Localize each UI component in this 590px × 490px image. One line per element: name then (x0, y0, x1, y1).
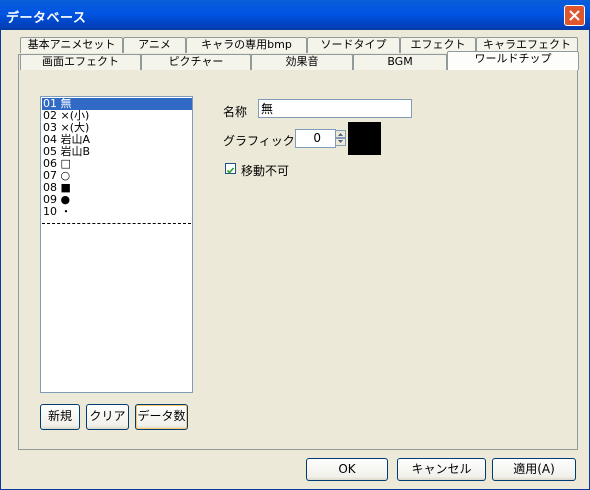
spin-up-button[interactable] (335, 130, 346, 138)
tab-screen-effect[interactable]: 画面エフェクト (20, 54, 141, 70)
graphic-number-field[interactable]: 0 (295, 129, 336, 148)
tab-sword-type[interactable]: ソードタイプ (307, 37, 400, 53)
close-button[interactable] (564, 5, 585, 26)
tab-base-anime-set[interactable]: 基本アニメセット (20, 37, 123, 53)
cancel-button[interactable]: キャンセル (397, 458, 486, 481)
apply-button[interactable]: 適用(A) (492, 458, 576, 481)
tab-world-chip[interactable]: ワールドチップ (447, 51, 579, 70)
up-arrow-icon (338, 133, 343, 136)
tab-sound-effect[interactable]: 効果音 (251, 54, 353, 70)
tab-bgm[interactable]: BGM (353, 54, 447, 70)
graphic-label: グラフィック (223, 134, 295, 148)
name-label: 名称 (223, 105, 248, 119)
list-end-separator (42, 223, 191, 224)
title-bar: データベース (0, 0, 590, 30)
graphic-preview (348, 122, 381, 155)
immovable-checkbox[interactable] (225, 163, 236, 174)
name-field[interactable] (258, 99, 412, 118)
close-icon (569, 10, 580, 21)
immovable-label: 移動不可 (241, 164, 290, 178)
tab-chara-bmp[interactable]: キャラの専用bmp (186, 37, 307, 53)
tab-anime[interactable]: アニメ (123, 37, 186, 53)
data-count-button[interactable]: データ数 (135, 404, 188, 430)
spin-down-button[interactable] (335, 138, 346, 146)
down-arrow-icon (338, 140, 343, 143)
chip-list[interactable]: 01 無 02 ×(小) 03 ×(大) 04 岩山A 05 岩山B 06 □ … (40, 96, 193, 393)
graphic-spinner[interactable] (335, 130, 346, 146)
list-item[interactable]: 10 ・ (42, 206, 192, 218)
ok-button[interactable]: OK (306, 458, 388, 481)
window-title: データベース (6, 11, 87, 26)
clear-button[interactable]: クリア (86, 404, 129, 430)
new-button[interactable]: 新規 (40, 404, 80, 430)
tab-picture[interactable]: ピクチャー (141, 54, 251, 70)
check-icon (226, 167, 235, 174)
